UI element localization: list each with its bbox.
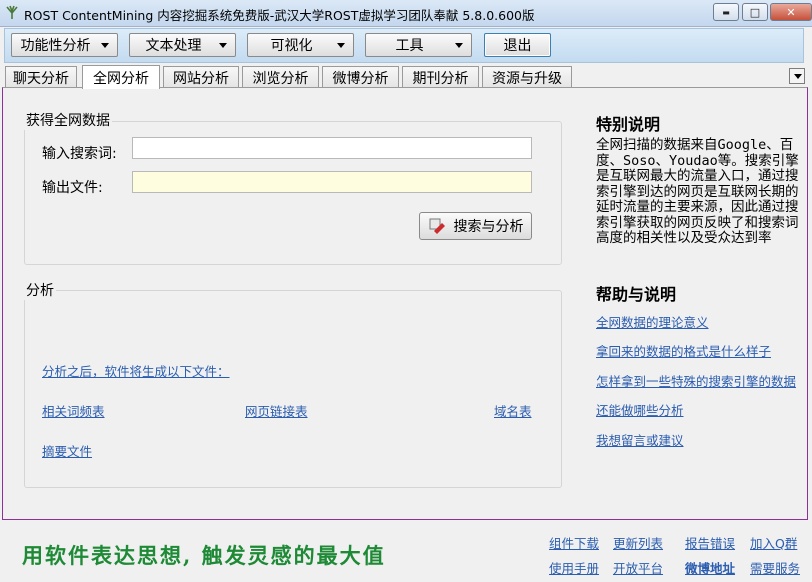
related-word-frequency-link[interactable]: 相关词频表 [42, 401, 105, 420]
tab-web-analysis[interactable]: 全网分析 [82, 65, 160, 89]
maximize-icon: □ [750, 6, 760, 19]
search-input[interactable] [132, 137, 532, 159]
domain-table-link[interactable]: 域名表 [494, 401, 532, 420]
footer-link-open-platform[interactable]: 开放平台 [613, 558, 663, 577]
menu-label: 文本处理 [146, 35, 202, 55]
help-link-special-engines[interactable]: 怎样拿到一些特殊的搜索引擎的数据 [596, 371, 796, 390]
menu-label: 功能性分析 [21, 35, 91, 55]
tab-site-analysis[interactable]: 网站分析 [163, 66, 239, 88]
minimize-button[interactable]: ▬ [713, 3, 739, 21]
exit-label: 退出 [504, 35, 532, 55]
close-icon: ✕ [786, 6, 795, 19]
chevron-down-icon [101, 43, 109, 48]
exit-button[interactable]: 退出 [484, 33, 551, 57]
footer-link-report-error[interactable]: 报告错误 [685, 533, 735, 552]
tab-browse-analysis[interactable]: 浏览分析 [242, 66, 319, 88]
chevron-down-icon [219, 43, 227, 48]
menu-label: 工具 [396, 35, 424, 55]
footer-link-user-manual[interactable]: 使用手册 [549, 558, 599, 577]
analysis-group [24, 290, 562, 488]
footer-link-component-download[interactable]: 组件下载 [549, 533, 599, 552]
tab-chat-analysis[interactable]: 聊天分析 [5, 66, 77, 88]
help-link-feedback[interactable]: 我想留言或建议 [596, 430, 684, 449]
output-label: 输出文件: [42, 177, 103, 197]
special-note-text: 全网扫描的数据来自Google、百度、Soso、Youdao等。搜索引擎是互联网… [596, 138, 801, 247]
summary-file-link[interactable]: 摘要文件 [42, 441, 92, 460]
special-note-title: 特别说明 [596, 111, 660, 135]
menu-functional-analysis[interactable]: 功能性分析 [11, 33, 118, 57]
menu-tools[interactable]: 工具 [365, 33, 472, 57]
help-title: 帮助与说明 [596, 281, 676, 305]
window-title: ROST ContentMining 内容挖掘系统免费版-武汉大学ROST虚拟学… [24, 5, 534, 24]
tab-resources-upgrade[interactable]: 资源与升级 [482, 66, 572, 88]
slogan: 用软件表达思想, 触发灵感的最大值 [22, 540, 386, 570]
footer-link-need-service[interactable]: 需要服务 [750, 558, 800, 577]
minimize-icon: ▬ [722, 8, 730, 17]
analysis-group-title: 分析 [24, 280, 56, 300]
generated-files-link[interactable]: 分析之后，软件将生成以下文件： [42, 361, 230, 380]
search-label: 输入搜索词: [42, 143, 117, 163]
tab-list-dropdown[interactable] [789, 68, 805, 84]
search-analyze-label: 搜索与分析 [454, 216, 524, 236]
tab-weibo-analysis[interactable]: 微博分析 [322, 66, 399, 88]
help-link-theory[interactable]: 全网数据的理论意义 [596, 312, 709, 331]
help-link-format[interactable]: 拿回来的数据的格式是什么样子 [596, 341, 771, 360]
close-button[interactable]: ✕ [770, 3, 812, 21]
footer-link-weibo[interactable]: 微博地址 [685, 558, 735, 577]
maximize-button[interactable]: □ [742, 3, 768, 21]
help-link-more-analysis[interactable]: 还能做哪些分析 [596, 400, 684, 419]
menu-text-processing[interactable]: 文本处理 [129, 33, 236, 57]
brush-icon [428, 217, 448, 235]
chevron-down-icon [337, 43, 345, 48]
search-analyze-button[interactable]: 搜索与分析 [419, 212, 532, 240]
menu-visualization[interactable]: 可视化 [247, 33, 354, 57]
tab-journal-analysis[interactable]: 期刊分析 [402, 66, 479, 88]
web-link-table-link[interactable]: 网页链接表 [245, 401, 308, 420]
app-logo-icon [4, 4, 20, 20]
fetch-group-title: 获得全网数据 [24, 110, 112, 130]
footer-link-join-qq-group[interactable]: 加入Q群 [750, 533, 797, 552]
menu-label: 可视化 [271, 35, 313, 55]
output-file-field[interactable] [132, 171, 532, 193]
footer-link-update-list[interactable]: 更新列表 [613, 533, 663, 552]
chevron-down-icon [455, 43, 463, 48]
